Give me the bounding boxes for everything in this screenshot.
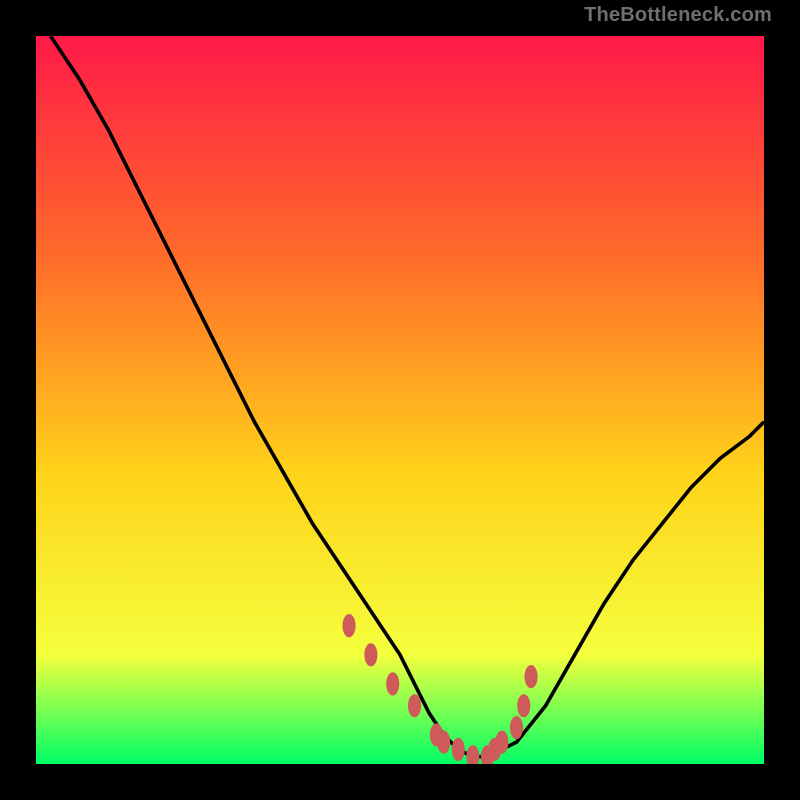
scatter-point (517, 694, 530, 717)
outer-frame (24, 24, 776, 776)
chart-svg (36, 36, 764, 764)
scatter-point (495, 731, 508, 754)
plot-area (36, 36, 764, 764)
scatter-point (524, 665, 537, 688)
scatter-point (510, 716, 523, 739)
scatter-point (386, 672, 399, 695)
scatter-point (408, 694, 421, 717)
scatter-point (342, 614, 355, 637)
scatter-point (452, 738, 465, 761)
scatter-point (437, 731, 450, 754)
scatter-point (364, 643, 377, 666)
